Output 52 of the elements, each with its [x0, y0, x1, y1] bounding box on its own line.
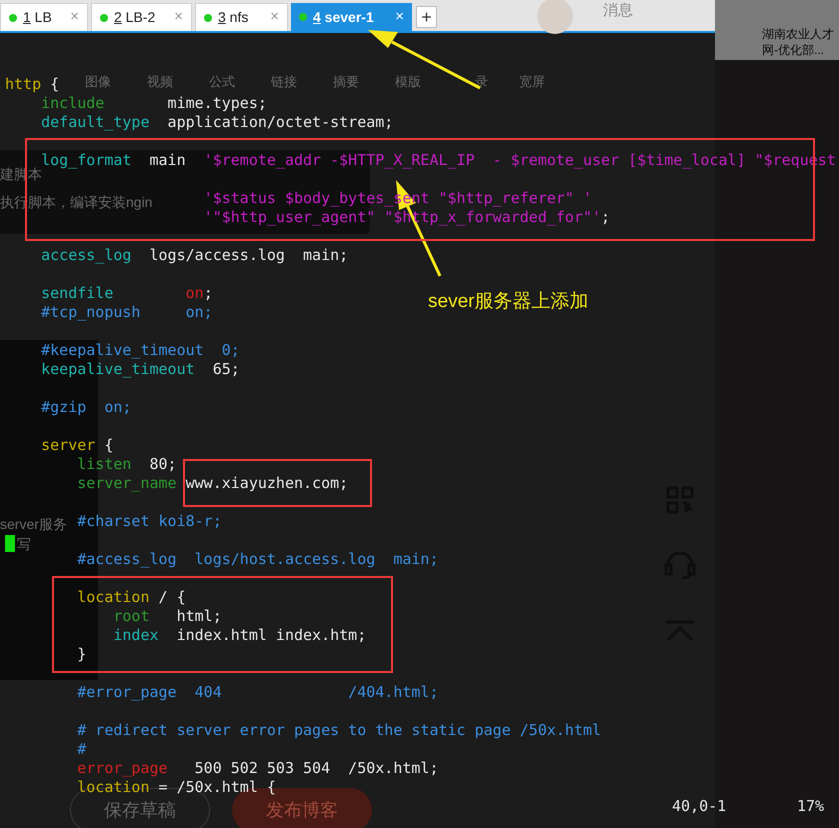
toolbar-label[interactable]: 摘要 — [333, 72, 359, 92]
editor-text: 写 — [17, 535, 31, 554]
code-line: #access_log logs/host.access.log main; — [77, 550, 438, 569]
toolbar-label[interactable]: 链接 — [271, 72, 297, 92]
close-button[interactable]: × — [70, 6, 79, 29]
code-line: default_type application/octet-stream; — [41, 113, 394, 132]
code-line: server_name www.xiayuzhen.com; — [77, 474, 348, 493]
messages-link[interactable]: 消息 — [603, 0, 633, 23]
code-line: index index.html index.htm; — [113, 626, 366, 645]
tab-label: 4 sever-1 — [313, 8, 374, 26]
code-line: error_page 500 502 503 504 /50x.html; — [77, 759, 438, 778]
code-line: #error_page 404 /404.html; — [77, 683, 438, 702]
code-line: #gzip on; — [41, 398, 132, 417]
code-line: keepalive_timeout 65; — [41, 360, 240, 379]
new-tab-button[interactable]: + — [416, 6, 437, 28]
code-line: listen 80; — [77, 455, 177, 474]
article-title: 湖南农业人才 — [762, 26, 834, 42]
code-line: location / { — [77, 588, 186, 607]
editor-text: server服务 — [0, 515, 67, 534]
tab-label: 1 LB — [23, 8, 52, 27]
code-line: server { — [41, 436, 114, 455]
toolbar-label[interactable]: 图像 — [85, 72, 111, 92]
code-line: sendfile on; — [41, 284, 213, 303]
scroll-percent: 17% — [797, 797, 824, 816]
cursor-position: 40,0-1 — [672, 797, 728, 816]
toolbar-label[interactable]: 公式 — [209, 72, 235, 92]
code-line: include mime.types; — [41, 94, 267, 113]
code-line: http { — [5, 75, 60, 94]
code-line: #tcp_nopush on; — [41, 303, 213, 322]
session-tab[interactable]: 2 LB-2 × — [91, 3, 192, 31]
code-line: } — [77, 645, 86, 664]
close-button[interactable]: × — [270, 6, 279, 29]
tab-label: 2 LB-2 — [114, 8, 156, 27]
code-line: # — [77, 740, 86, 759]
avatar — [537, 0, 573, 34]
close-button[interactable]: × — [395, 6, 404, 28]
code-line: # redirect server error pages to the static page /50x.html — [77, 721, 602, 740]
session-tab[interactable]: 3 nfs × — [195, 3, 288, 31]
session-tab[interactable]: 1 LB × — [0, 3, 88, 31]
code-line: root html; — [113, 607, 222, 626]
annotation-label: sever服务器上添加 — [428, 290, 588, 314]
toolbar-label[interactable]: 模版 — [395, 72, 421, 92]
session-tab[interactable]: 4 sever-1 × — [291, 3, 412, 31]
toolbar-label[interactable]: 宽屏 — [519, 72, 545, 92]
close-button[interactable]: × — [174, 6, 183, 29]
article-title: 网-优化部... — [762, 42, 824, 58]
tab-label: 3 nfs — [218, 8, 248, 27]
code-line: #keepalive_timeout 0; — [41, 341, 240, 360]
text-cursor — [5, 535, 15, 552]
code-line: #charset koi8-r; — [77, 512, 222, 531]
toolbar-label[interactable]: 视频 — [147, 72, 173, 92]
code-line: access_log logs/access.log main; — [41, 246, 348, 265]
